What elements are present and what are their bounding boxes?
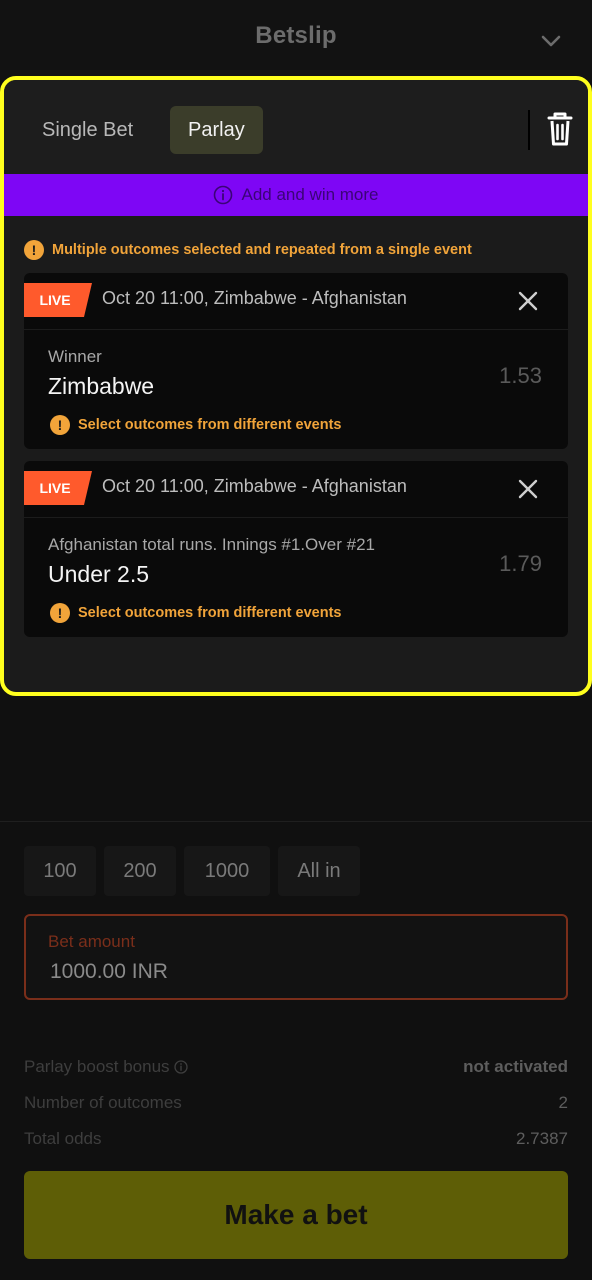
bet-card: LIVE Oct 20 11:00, Zimbabwe - Afghanista… — [24, 273, 568, 449]
total-odds-label: Total odds — [24, 1129, 102, 1148]
summary-row-boost: Parlay boost bonus not activated — [24, 1057, 568, 1081]
bet-warning-text: Select outcomes from different events — [78, 605, 342, 621]
bet-amount-label: Bet amount — [48, 932, 135, 951]
selection-name: Zimbabwe — [48, 373, 155, 399]
bet-card-header: LIVE Oct 20 11:00, Zimbabwe - Afghanista… — [24, 461, 568, 518]
close-icon[interactable] — [518, 291, 538, 311]
bet-warning: ! Select outcomes from different events — [50, 603, 342, 623]
boost-label: Parlay boost bonus — [24, 1057, 188, 1077]
betslip-panel: Single Bet Parlay Add and win more ! Mul… — [0, 76, 592, 696]
bet-warning-text: Select outcomes from different events — [78, 417, 342, 433]
live-label: LIVE — [39, 480, 71, 496]
live-label: LIVE — [39, 292, 71, 308]
chevron-down-icon[interactable] — [540, 30, 562, 52]
tabs-divider — [528, 110, 530, 150]
betslip-header: Betslip — [0, 0, 592, 80]
outcomes-value: 2 — [558, 1093, 568, 1112]
tab-parlay[interactable]: Parlay — [170, 106, 263, 154]
info-icon[interactable] — [173, 1060, 188, 1074]
quick-amount-all-in[interactable]: All in — [278, 846, 360, 896]
tab-single-bet[interactable]: Single Bet — [24, 106, 151, 154]
info-icon — [214, 185, 233, 205]
close-icon[interactable] — [518, 479, 538, 499]
page-title: Betslip — [255, 22, 337, 49]
quick-amount-100[interactable]: 100 — [24, 846, 96, 896]
summary-row-total-odds: Total odds 2.7387 — [24, 1129, 568, 1153]
bet-card-header: LIVE Oct 20 11:00, Zimbabwe - Afghanista… — [24, 273, 568, 330]
market-name: Winner — [48, 347, 102, 366]
event-title: Oct 20 11:00, Zimbabwe - Afghanistan — [102, 476, 407, 496]
quick-amount-200[interactable]: 200 — [104, 846, 176, 896]
trash-icon[interactable] — [542, 110, 578, 148]
section-divider — [0, 821, 592, 822]
main-warning-text: Multiple outcomes selected and repeated … — [52, 242, 472, 258]
warning-icon: ! — [50, 603, 70, 623]
selection-name: Under 2.5 — [48, 561, 150, 587]
odds-value: 1.53 — [499, 363, 542, 388]
main-warning: ! Multiple outcomes selected and repeate… — [24, 240, 472, 260]
make-bet-button[interactable]: Make a bet — [24, 1171, 568, 1259]
event-title: Oct 20 11:00, Zimbabwe - Afghanistan — [102, 288, 407, 308]
bet-warning: ! Select outcomes from different events — [50, 415, 342, 435]
total-odds-value: 2.7387 — [516, 1129, 568, 1148]
promo-text: Add and win more — [241, 185, 379, 204]
quick-amount-1000[interactable]: 1000 — [184, 846, 270, 896]
bet-card: LIVE Oct 20 11:00, Zimbabwe - Afghanista… — [24, 461, 568, 637]
outcomes-label: Number of outcomes — [24, 1093, 182, 1112]
promo-banner[interactable]: Add and win more — [4, 174, 588, 216]
bet-amount-field[interactable]: Bet amount — [24, 914, 568, 1000]
summary-row-outcomes: Number of outcomes 2 — [24, 1093, 568, 1117]
odds-value: 1.79 — [499, 551, 542, 576]
warning-icon: ! — [50, 415, 70, 435]
boost-value: not activated — [463, 1057, 568, 1076]
market-name: Afghanistan total runs. Innings #1.Over … — [48, 535, 375, 554]
bet-type-tabs: Single Bet Parlay — [4, 80, 588, 174]
bet-amount-input[interactable] — [50, 960, 450, 984]
boost-label-text: Parlay boost bonus — [24, 1057, 170, 1076]
warning-icon: ! — [24, 240, 44, 260]
